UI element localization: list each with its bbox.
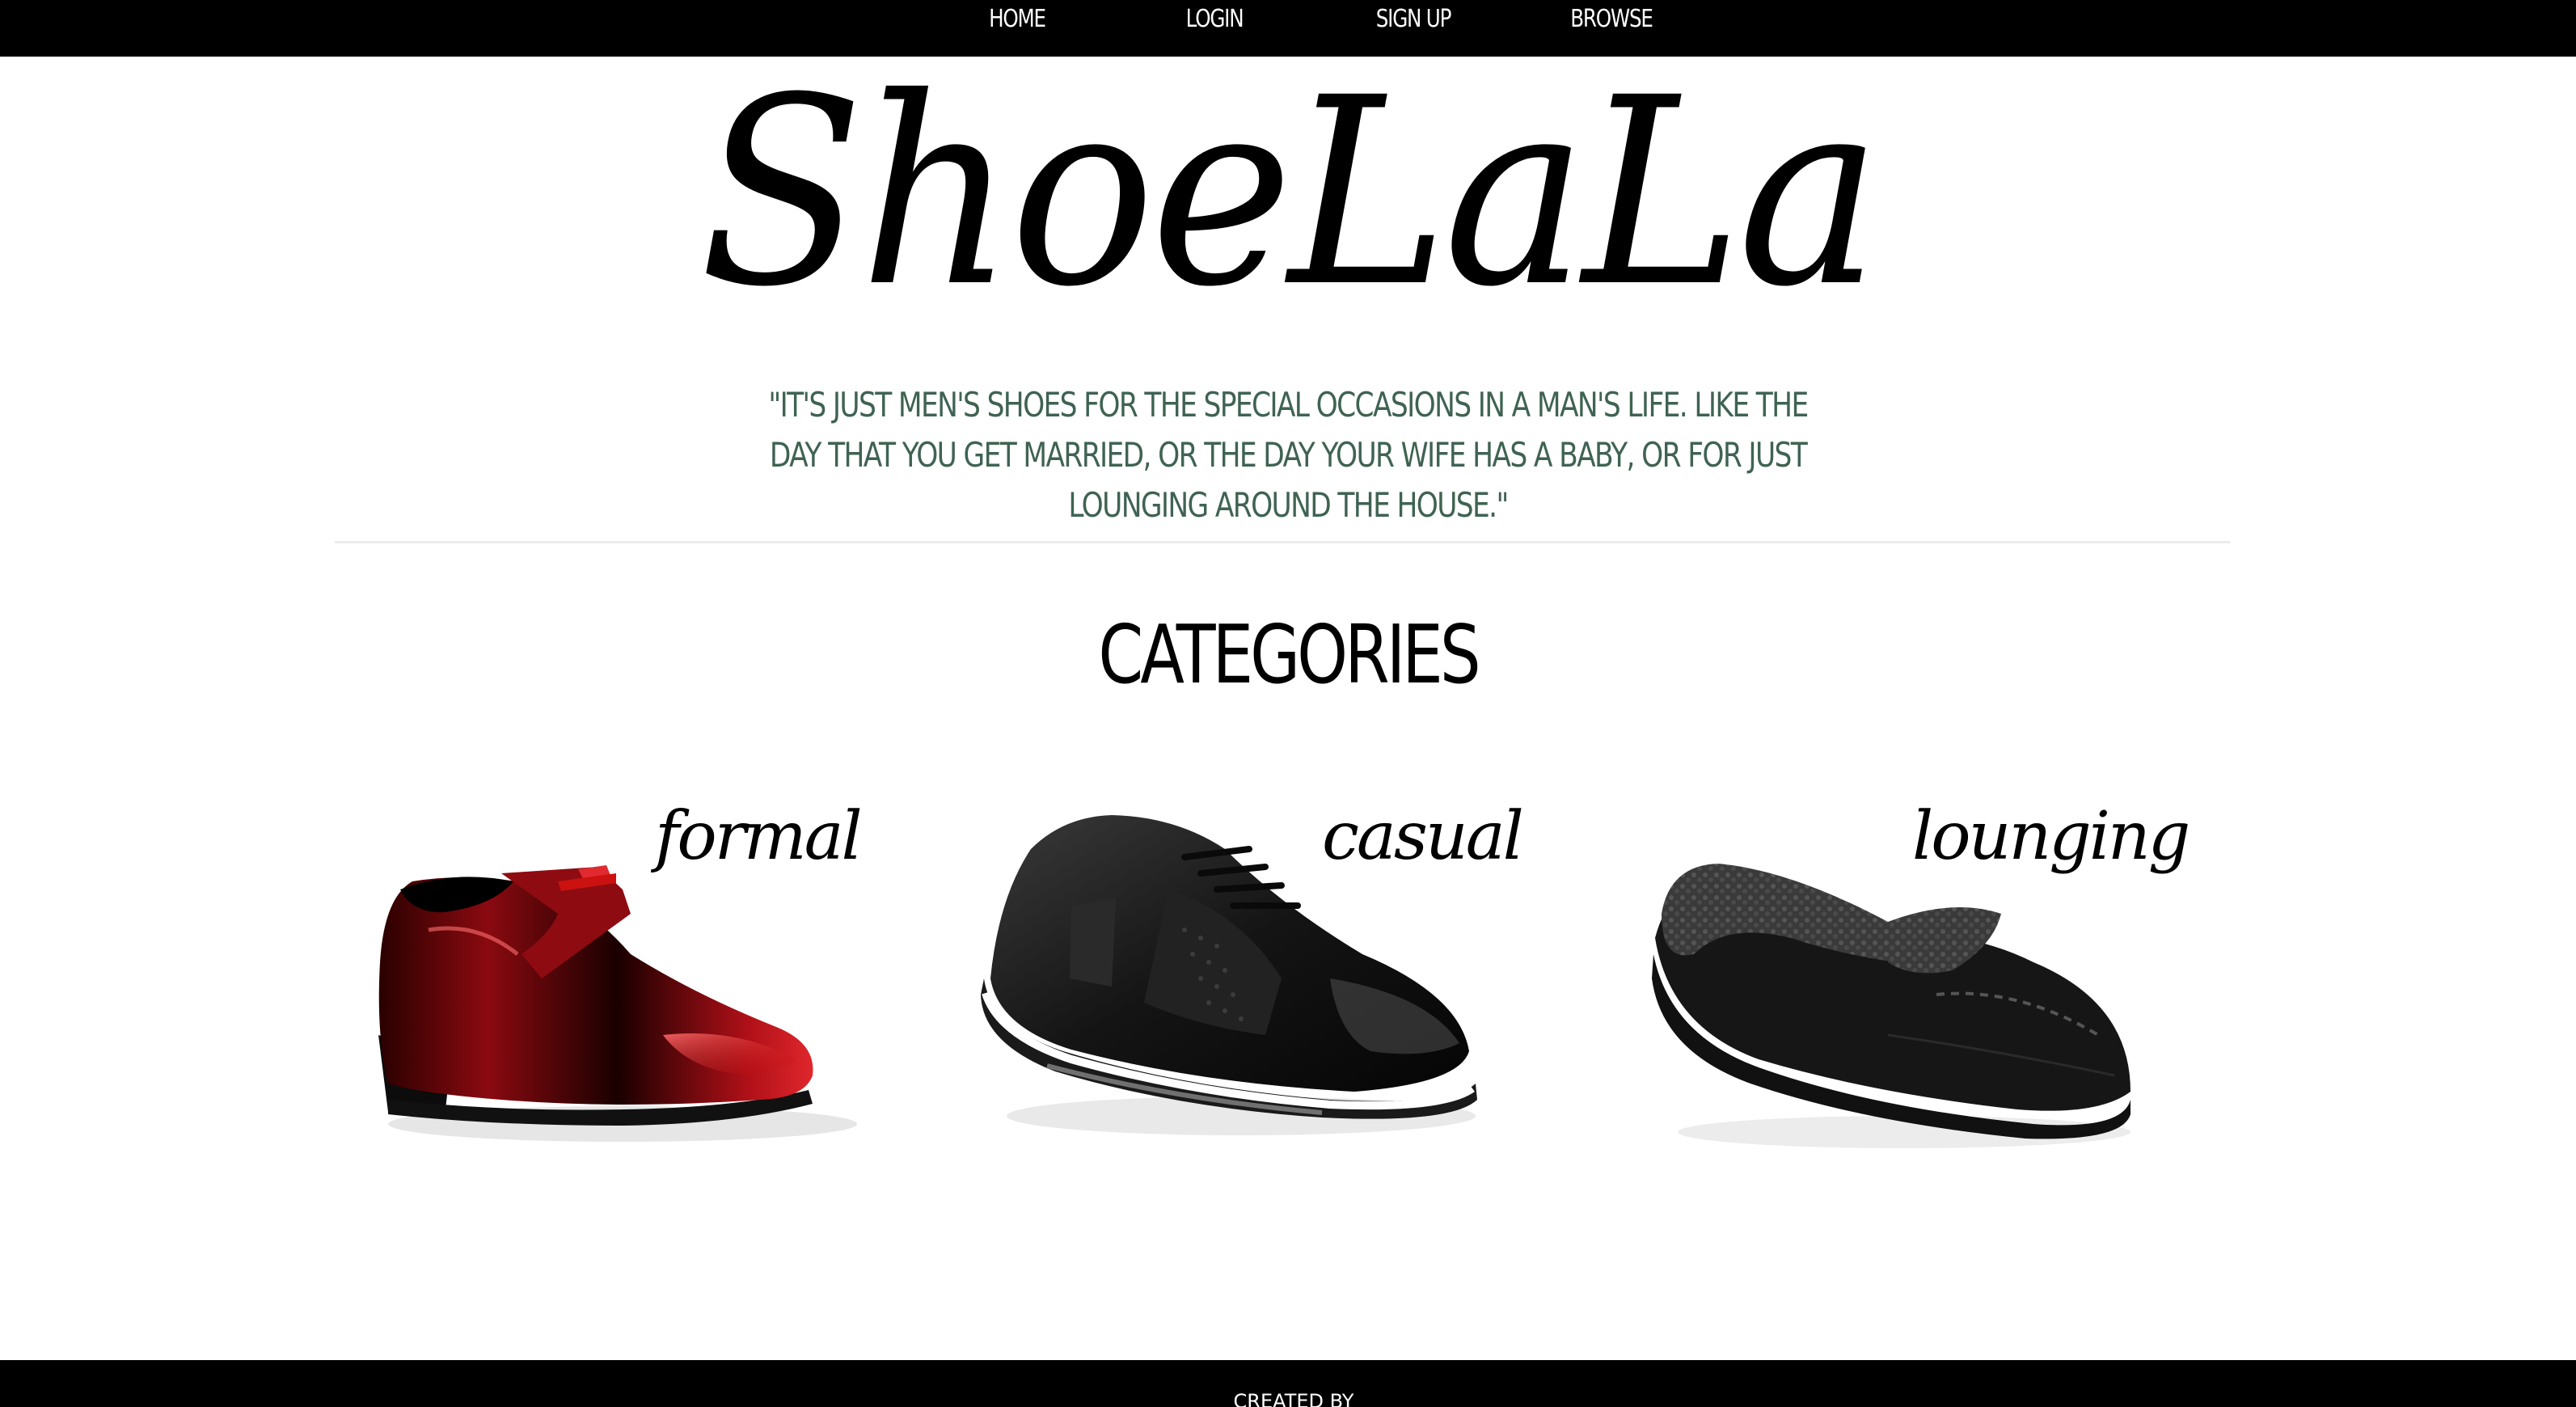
categories-heading: CATEGORIES (1098, 607, 1480, 702)
section-divider (335, 541, 2230, 543)
nav-home-link[interactable]: HOME (969, 0, 1065, 39)
nav-login-link[interactable]: LOGIN (1163, 0, 1265, 39)
tagline-quote: "IT'S JUST MEN'S SHOES FOR THE SPECIAL O… (768, 385, 1809, 525)
category-card-lounging[interactable]: lounging (1645, 792, 2190, 1164)
page-footer: CREATED BY (0, 1360, 2576, 1407)
category-card-formal[interactable]: formal (356, 792, 873, 1164)
category-label-formal: formal (655, 798, 863, 875)
category-label-casual: casual (1322, 798, 1524, 875)
top-navigation: HOME LOGIN SIGN UP BROWSE (0, 0, 2576, 57)
nav-browse-link[interactable]: BROWSE (1562, 0, 1662, 39)
category-label-lounging: lounging (1912, 798, 2190, 875)
brand-logo: ShoeLaLa (699, 43, 1881, 344)
category-card-casual[interactable]: casual (974, 792, 1524, 1164)
nav-signup-link[interactable]: SIGN UP (1364, 0, 1463, 39)
footer-credit: CREATED BY (1233, 1390, 1354, 1407)
